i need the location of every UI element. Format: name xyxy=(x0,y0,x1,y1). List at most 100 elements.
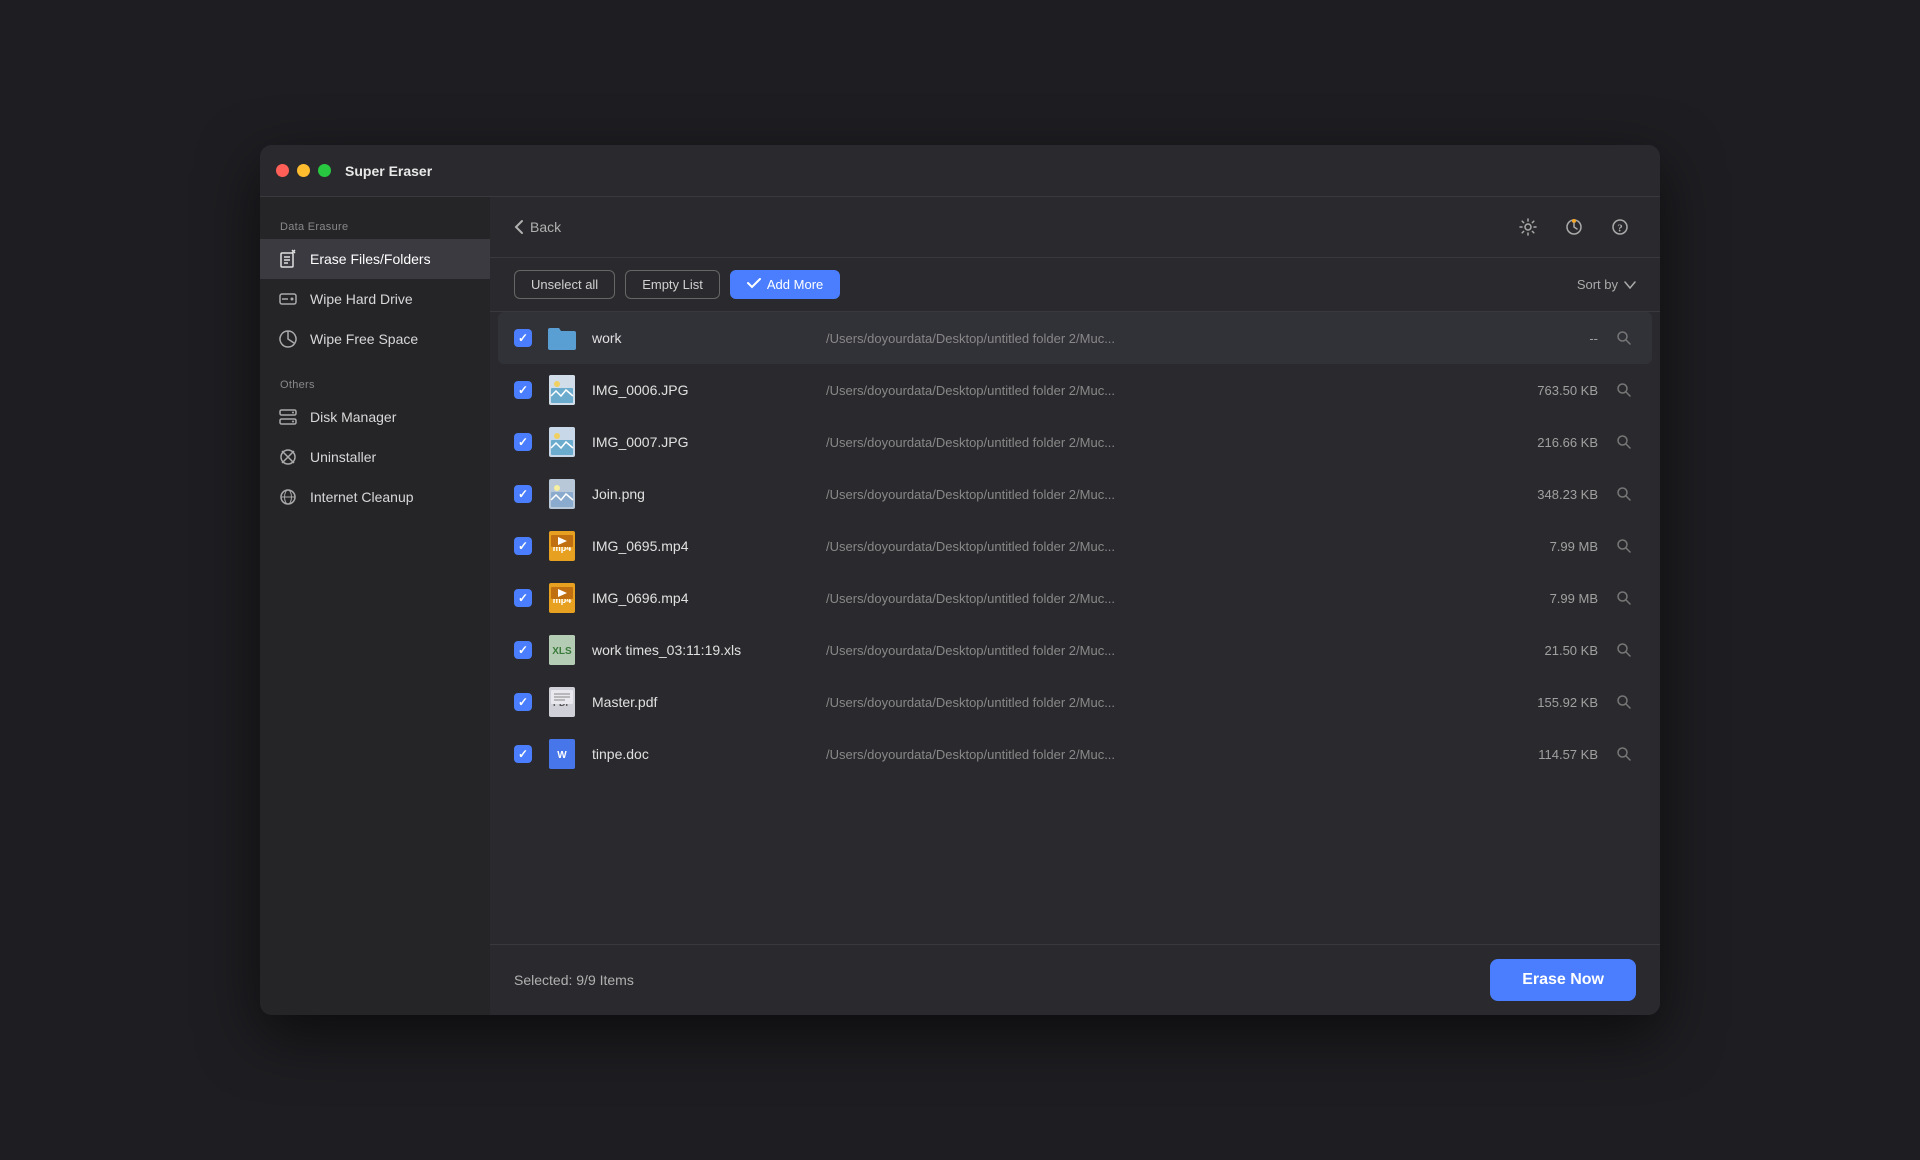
add-more-label: Add More xyxy=(767,277,823,292)
row-checkbox[interactable]: ✓ xyxy=(514,329,532,347)
back-button[interactable]: Back xyxy=(514,219,561,235)
maximize-button[interactable] xyxy=(318,164,331,177)
table-row[interactable]: ✓ mp4 IMG_0695.mp4 /Users/doyourdata/Des… xyxy=(498,520,1652,572)
sidebar-item-wipe-free-space[interactable]: Wipe Free Space xyxy=(260,319,490,359)
settings-button[interactable] xyxy=(1512,211,1544,243)
wipe-free-space-icon xyxy=(278,329,298,349)
sidebar-item-uninstaller-label: Uninstaller xyxy=(310,449,376,465)
file-name: IMG_0007.JPG xyxy=(592,434,812,450)
table-row[interactable]: ✓ IMG_0007.JPG /Users/doyourdata/Desktop… xyxy=(498,416,1652,468)
history-button[interactable] xyxy=(1558,211,1590,243)
sidebar-item-wipe-free-space-label: Wipe Free Space xyxy=(310,331,418,347)
file-path: /Users/doyourdata/Desktop/untitled folde… xyxy=(826,435,1484,450)
file-icon-image xyxy=(546,374,578,406)
file-size: 114.57 KB xyxy=(1498,747,1598,762)
file-search-button[interactable] xyxy=(1612,534,1636,558)
file-name: work xyxy=(592,330,812,346)
sidebar-item-internet-cleanup[interactable]: Internet Cleanup xyxy=(260,477,490,517)
app-window: Super Eraser Data Erasure Erase Files/Fo… xyxy=(260,145,1660,1015)
panel-nav: Back xyxy=(514,219,561,235)
file-search-button[interactable] xyxy=(1612,326,1636,350)
file-path: /Users/doyourdata/Desktop/untitled folde… xyxy=(826,747,1484,762)
title-bar: Super Eraser xyxy=(260,145,1660,197)
file-icon-video: mp4 xyxy=(546,582,578,614)
table-row[interactable]: ✓ work /Users/doyourdata/Desktop/untitle… xyxy=(498,312,1652,364)
footer: Selected: 9/9 Items Erase Now xyxy=(490,944,1660,1015)
sidebar-item-wipe-hard-drive-label: Wipe Hard Drive xyxy=(310,291,413,307)
file-icon-pdf: PDF xyxy=(546,686,578,718)
sidebar-item-wipe-hard-drive[interactable]: Wipe Hard Drive xyxy=(260,279,490,319)
file-icon-png xyxy=(546,478,578,510)
panel-header: Back xyxy=(490,197,1660,258)
unselect-all-button[interactable]: Unselect all xyxy=(514,270,615,299)
file-name: tinpe.doc xyxy=(592,746,812,762)
table-row[interactable]: ✓ XLS work times_03:11:19.xls /Users/doy… xyxy=(498,624,1652,676)
table-row[interactable]: ✓ W tinpe.doc /Users/doyourdata/Desktop/… xyxy=(498,728,1652,780)
file-size: 155.92 KB xyxy=(1498,695,1598,710)
svg-text:XLS: XLS xyxy=(552,646,572,657)
file-name: Join.png xyxy=(592,486,812,502)
file-search-button[interactable] xyxy=(1612,378,1636,402)
file-size: 763.50 KB xyxy=(1498,383,1598,398)
row-checkbox[interactable]: ✓ xyxy=(514,745,532,763)
file-size: 7.99 MB xyxy=(1498,539,1598,554)
file-icon-video: mp4 xyxy=(546,530,578,562)
close-button[interactable] xyxy=(276,164,289,177)
right-panel: Back xyxy=(490,197,1660,1015)
file-path: /Users/doyourdata/Desktop/untitled folde… xyxy=(826,331,1484,346)
file-icon-image xyxy=(546,426,578,458)
add-more-button[interactable]: Add More xyxy=(730,270,840,299)
file-size: 21.50 KB xyxy=(1498,643,1598,658)
sort-by[interactable]: Sort by xyxy=(1577,277,1636,292)
file-path: /Users/doyourdata/Desktop/untitled folde… xyxy=(826,383,1484,398)
sort-by-label: Sort by xyxy=(1577,277,1618,292)
file-name: work times_03:11:19.xls xyxy=(592,642,812,658)
file-name: IMG_0695.mp4 xyxy=(592,538,812,554)
table-row[interactable]: ✓ IMG_0006.JPG /Users/doyourdata/Desktop… xyxy=(498,364,1652,416)
empty-list-button[interactable]: Empty List xyxy=(625,270,720,299)
help-button[interactable]: ? xyxy=(1604,211,1636,243)
sidebar: Data Erasure Erase Files/Folders xyxy=(260,197,490,1015)
file-path: /Users/doyourdata/Desktop/untitled folde… xyxy=(826,539,1484,554)
sidebar-item-erase-files[interactable]: Erase Files/Folders xyxy=(260,239,490,279)
file-search-button[interactable] xyxy=(1612,430,1636,454)
erase-files-icon xyxy=(278,249,298,269)
uninstaller-icon xyxy=(278,447,298,467)
file-size: -- xyxy=(1498,331,1598,346)
back-label: Back xyxy=(530,219,561,235)
sidebar-item-disk-manager[interactable]: Disk Manager xyxy=(260,397,490,437)
file-search-button[interactable] xyxy=(1612,742,1636,766)
row-checkbox[interactable]: ✓ xyxy=(514,433,532,451)
row-checkbox[interactable]: ✓ xyxy=(514,381,532,399)
table-row[interactable]: ✓ PDF Master.pdf /Users/doyourda xyxy=(498,676,1652,728)
file-name: Master.pdf xyxy=(592,694,812,710)
row-checkbox[interactable]: ✓ xyxy=(514,537,532,555)
file-icon-folder xyxy=(546,322,578,354)
row-checkbox[interactable]: ✓ xyxy=(514,589,532,607)
others-label: Others xyxy=(260,371,490,397)
selected-count: Selected: 9/9 Items xyxy=(514,972,634,988)
file-search-button[interactable] xyxy=(1612,586,1636,610)
data-erasure-label: Data Erasure xyxy=(260,213,490,239)
app-title: Super Eraser xyxy=(345,163,432,179)
file-path: /Users/doyourdata/Desktop/untitled folde… xyxy=(826,643,1484,658)
toolbar: Unselect all Empty List Add More Sort by xyxy=(490,258,1660,312)
row-checkbox[interactable]: ✓ xyxy=(514,485,532,503)
row-checkbox[interactable]: ✓ xyxy=(514,693,532,711)
erase-now-button[interactable]: Erase Now xyxy=(1490,959,1636,1001)
minimize-button[interactable] xyxy=(297,164,310,177)
table-row[interactable]: ✓ mp4 IMG_0696.mp4 /Users/doyourdata/Des… xyxy=(498,572,1652,624)
file-search-button[interactable] xyxy=(1612,482,1636,506)
wipe-hard-drive-icon xyxy=(278,289,298,309)
sidebar-item-disk-manager-label: Disk Manager xyxy=(310,409,396,425)
traffic-lights xyxy=(276,164,331,177)
disk-manager-icon xyxy=(278,407,298,427)
table-row[interactable]: ✓ Join.png /Users/doyourdata/Desktop/unt… xyxy=(498,468,1652,520)
main-content: Data Erasure Erase Files/Folders xyxy=(260,197,1660,1015)
file-name: IMG_0006.JPG xyxy=(592,382,812,398)
file-list: ✓ work /Users/doyourdata/Desktop/untitle… xyxy=(490,312,1660,944)
row-checkbox[interactable]: ✓ xyxy=(514,641,532,659)
sidebar-item-uninstaller[interactable]: Uninstaller xyxy=(260,437,490,477)
file-search-button[interactable] xyxy=(1612,690,1636,714)
file-search-button[interactable] xyxy=(1612,638,1636,662)
